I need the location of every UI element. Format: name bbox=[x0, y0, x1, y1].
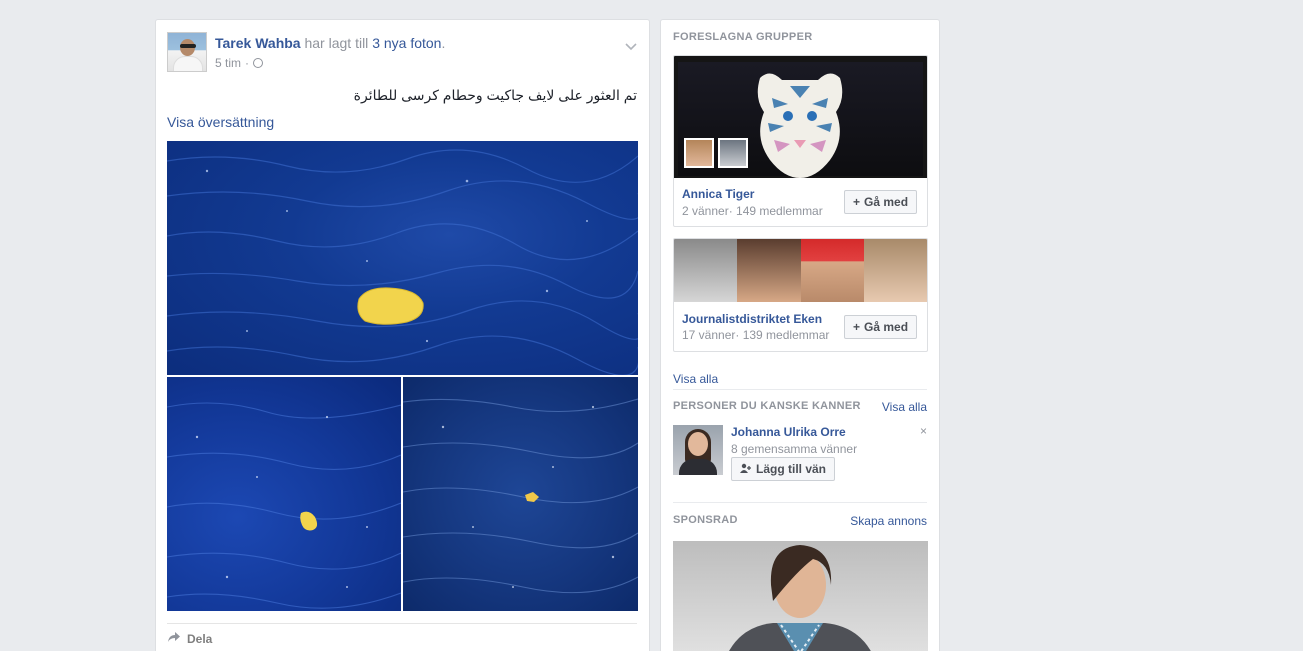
post-header: Tarek Wahba har lagt till 3 nya foton. 5… bbox=[167, 32, 637, 74]
member-photo[interactable] bbox=[800, 239, 864, 302]
join-label: Gå med bbox=[864, 195, 909, 209]
add-friend-icon bbox=[740, 462, 752, 476]
share-label: Dela bbox=[187, 631, 213, 646]
join-group-button[interactable]: + Gå med bbox=[844, 190, 918, 214]
translate-link[interactable]: Visa översättning bbox=[167, 114, 274, 130]
group-meta: 17 vänner· 139 medlemmar bbox=[682, 328, 830, 342]
meta-separator: · bbox=[245, 56, 250, 70]
share-arrow-icon bbox=[167, 631, 181, 646]
post-photo-2[interactable] bbox=[167, 377, 401, 611]
group-meta: 2 vänner· 149 medlemmar bbox=[682, 204, 823, 218]
post-photo-3[interactable] bbox=[403, 377, 638, 611]
plus-icon: + bbox=[853, 320, 861, 334]
member-avatar[interactable] bbox=[718, 138, 748, 168]
author-avatar[interactable] bbox=[167, 32, 207, 72]
member-photo[interactable] bbox=[737, 239, 801, 302]
plus-icon: + bbox=[853, 195, 861, 209]
right-sidebar: FORESLAGNA GRUPPER Annica Tiger 2 vänner… bbox=[660, 19, 940, 651]
add-friend-button[interactable]: Lägg till vän bbox=[731, 457, 836, 481]
person-mutual-friends[interactable]: 8 gemensamma vänner bbox=[731, 442, 857, 456]
chevron-down-icon[interactable] bbox=[625, 40, 637, 52]
join-group-button[interactable]: + Gå med bbox=[844, 315, 918, 339]
photos-link[interactable]: 3 nya foton bbox=[372, 35, 441, 51]
group-name-link[interactable]: Annica Tiger bbox=[682, 187, 754, 201]
group-cover-photo[interactable] bbox=[674, 56, 927, 178]
post-header-text: Tarek Wahba har lagt till 3 nya foton. bbox=[215, 34, 445, 52]
section-divider bbox=[673, 502, 927, 503]
post-meta: 5 tim · bbox=[215, 56, 264, 70]
join-label: Gå med bbox=[864, 320, 909, 334]
person-avatar[interactable] bbox=[673, 425, 723, 475]
member-photo[interactable] bbox=[863, 239, 927, 302]
photo-grid bbox=[167, 141, 638, 612]
close-icon[interactable]: × bbox=[920, 424, 927, 438]
person-name-link[interactable]: Johanna Ulrika Orre bbox=[731, 425, 846, 439]
groups-see-all-link[interactable]: Visa alla bbox=[673, 372, 718, 386]
group-card-journalistdistriktet[interactable]: Journalistdistriktet Eken 17 vänner· 139… bbox=[673, 238, 928, 352]
post-divider bbox=[167, 623, 637, 624]
people-you-may-know-title: PERSONER DU KANSKE KANNER bbox=[673, 400, 861, 412]
author-name-link[interactable]: Tarek Wahba bbox=[215, 35, 301, 51]
action-end: . bbox=[441, 35, 446, 51]
sponsored-ad-image[interactable] bbox=[673, 541, 928, 651]
group-card-annica-tiger[interactable]: Annica Tiger 2 vänner· 149 medlemmar + G… bbox=[673, 55, 928, 227]
sponsored-title: SPONSRAD bbox=[673, 514, 738, 526]
section-divider bbox=[673, 389, 927, 390]
globe-icon[interactable] bbox=[253, 58, 264, 68]
group-member-photos bbox=[674, 239, 927, 302]
post-photo-1[interactable] bbox=[167, 141, 638, 375]
group-name-link[interactable]: Journalistdistriktet Eken bbox=[682, 312, 822, 326]
tiger-image bbox=[757, 73, 843, 178]
people-see-all-link[interactable]: Visa alla bbox=[882, 400, 927, 414]
create-ad-link[interactable]: Skapa annons bbox=[850, 514, 927, 528]
add-friend-label: Lägg till vän bbox=[756, 462, 827, 476]
action-text: har lagt till bbox=[300, 35, 373, 51]
feed-post: Tarek Wahba har lagt till 3 nya foton. 5… bbox=[155, 19, 650, 651]
member-avatar[interactable] bbox=[684, 138, 714, 168]
share-button[interactable]: Dela bbox=[167, 631, 212, 646]
post-text: تم العثور على لايف جاكيت وحطام كرسى للطا… bbox=[353, 87, 637, 103]
member-photo[interactable] bbox=[674, 239, 738, 302]
post-time[interactable]: 5 tim bbox=[215, 56, 241, 70]
suggested-groups-title: FORESLAGNA GRUPPER bbox=[673, 31, 813, 43]
